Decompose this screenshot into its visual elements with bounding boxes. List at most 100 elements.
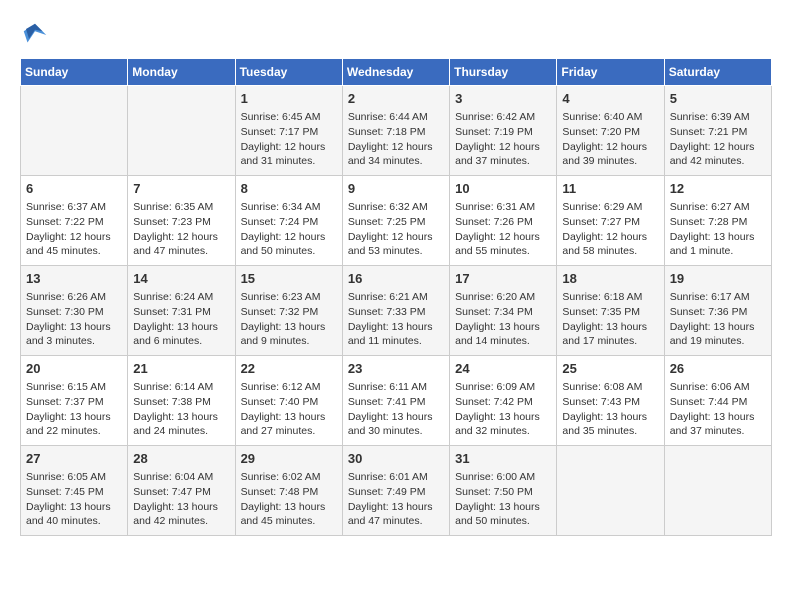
calendar-cell bbox=[128, 86, 235, 176]
calendar-cell: 21Sunrise: 6:14 AMSunset: 7:38 PMDayligh… bbox=[128, 356, 235, 446]
cell-content: Sunset: 7:50 PM bbox=[455, 485, 551, 500]
calendar-cell: 28Sunrise: 6:04 AMSunset: 7:47 PMDayligh… bbox=[128, 446, 235, 536]
cell-content: Sunrise: 6:31 AM bbox=[455, 200, 551, 215]
calendar-cell: 13Sunrise: 6:26 AMSunset: 7:30 PMDayligh… bbox=[21, 266, 128, 356]
cell-content: Sunset: 7:48 PM bbox=[241, 485, 337, 500]
logo-bird-icon bbox=[20, 20, 50, 50]
cell-content: Sunset: 7:31 PM bbox=[133, 305, 229, 320]
cell-content: Sunrise: 6:08 AM bbox=[562, 380, 658, 395]
cell-content: Sunrise: 6:27 AM bbox=[670, 200, 766, 215]
calendar-table: SundayMondayTuesdayWednesdayThursdayFrid… bbox=[20, 58, 772, 536]
cell-content: Daylight: 13 hours and 37 minutes. bbox=[670, 410, 766, 439]
calendar-cell: 23Sunrise: 6:11 AMSunset: 7:41 PMDayligh… bbox=[342, 356, 449, 446]
calendar-cell: 16Sunrise: 6:21 AMSunset: 7:33 PMDayligh… bbox=[342, 266, 449, 356]
calendar-cell: 14Sunrise: 6:24 AMSunset: 7:31 PMDayligh… bbox=[128, 266, 235, 356]
calendar-body: 1Sunrise: 6:45 AMSunset: 7:17 PMDaylight… bbox=[21, 86, 772, 536]
calendar-week-5: 27Sunrise: 6:05 AMSunset: 7:45 PMDayligh… bbox=[21, 446, 772, 536]
calendar-cell: 8 Sunrise: 6:34 AMSunset: 7:24 PMDaylight… bbox=[235, 176, 342, 266]
cell-content: Sunset: 7:43 PM bbox=[562, 395, 658, 410]
cell-content: Sunrise: 6:26 AM bbox=[26, 290, 122, 305]
day-number: 6 bbox=[26, 180, 122, 198]
day-number: 26 bbox=[670, 360, 766, 378]
calendar-cell: 11Sunrise: 6:29 AMSunset: 7:27 PMDayligh… bbox=[557, 176, 664, 266]
calendar-cell: 9Sunrise: 6:32 AMSunset: 7:25 PMDaylight… bbox=[342, 176, 449, 266]
calendar-cell: 30Sunrise: 6:01 AMSunset: 7:49 PMDayligh… bbox=[342, 446, 449, 536]
cell-content: Daylight: 12 hours and 31 minutes. bbox=[241, 140, 337, 169]
cell-content: Sunset: 7:34 PM bbox=[455, 305, 551, 320]
cell-content: Sunset: 7:27 PM bbox=[562, 215, 658, 230]
cell-content: Sunset: 7:28 PM bbox=[670, 215, 766, 230]
cell-content: Daylight: 13 hours and 14 minutes. bbox=[455, 320, 551, 349]
cell-content: Sunrise: 6:11 AM bbox=[348, 380, 444, 395]
cell-content: Daylight: 12 hours and 45 minutes. bbox=[26, 230, 122, 259]
cell-content: Sunrise: 6:00 AM bbox=[455, 470, 551, 485]
cell-content: Daylight: 12 hours and 34 minutes. bbox=[348, 140, 444, 169]
cell-content: Sunrise: 6:34 AM bbox=[241, 200, 337, 215]
cell-content: Sunset: 7:38 PM bbox=[133, 395, 229, 410]
cell-content: Sunset: 7:21 PM bbox=[670, 125, 766, 140]
header-row: SundayMondayTuesdayWednesdayThursdayFrid… bbox=[21, 59, 772, 86]
calendar-cell: 25Sunrise: 6:08 AMSunset: 7:43 PMDayligh… bbox=[557, 356, 664, 446]
cell-content: Daylight: 13 hours and 11 minutes. bbox=[348, 320, 444, 349]
cell-content: Sunrise: 6:29 AM bbox=[562, 200, 658, 215]
day-number: 28 bbox=[133, 450, 229, 468]
cell-content: Sunrise: 6:15 AM bbox=[26, 380, 122, 395]
cell-content: Sunrise: 6:17 AM bbox=[670, 290, 766, 305]
day-number: 8 bbox=[241, 180, 337, 198]
day-number: 29 bbox=[241, 450, 337, 468]
cell-content: Sunset: 7:49 PM bbox=[348, 485, 444, 500]
day-number: 25 bbox=[562, 360, 658, 378]
calendar-cell: 31 Sunrise: 6:00 AMSunset: 7:50 PMDayligh… bbox=[450, 446, 557, 536]
header-day-sunday: Sunday bbox=[21, 59, 128, 86]
day-number: 24 bbox=[455, 360, 551, 378]
day-number: 1 bbox=[241, 90, 337, 108]
header-day-saturday: Saturday bbox=[664, 59, 771, 86]
calendar-cell: 15Sunrise: 6:23 AMSunset: 7:32 PMDayligh… bbox=[235, 266, 342, 356]
day-number: 31 bbox=[455, 450, 551, 468]
cell-content: Sunrise: 6:01 AM bbox=[348, 470, 444, 485]
calendar-cell: 3Sunrise: 6:42 AMSunset: 7:19 PMDaylight… bbox=[450, 86, 557, 176]
cell-content: Sunset: 7:24 PM bbox=[241, 215, 337, 230]
calendar-cell: 22Sunrise: 6:12 AMSunset: 7:40 PMDayligh… bbox=[235, 356, 342, 446]
day-number: 21 bbox=[133, 360, 229, 378]
cell-content: Sunrise: 6:12 AM bbox=[241, 380, 337, 395]
calendar-cell: 6Sunrise: 6:37 AMSunset: 7:22 PMDaylight… bbox=[21, 176, 128, 266]
cell-content: Sunrise: 6:44 AM bbox=[348, 110, 444, 125]
cell-content: Daylight: 13 hours and 50 minutes. bbox=[455, 500, 551, 529]
cell-content: Sunset: 7:26 PM bbox=[455, 215, 551, 230]
calendar-cell: 7Sunrise: 6:35 AMSunset: 7:23 PMDaylight… bbox=[128, 176, 235, 266]
page-header bbox=[20, 20, 772, 50]
day-number: 15 bbox=[241, 270, 337, 288]
cell-content: Sunrise: 6:21 AM bbox=[348, 290, 444, 305]
cell-content: Daylight: 13 hours and 27 minutes. bbox=[241, 410, 337, 439]
day-number: 18 bbox=[562, 270, 658, 288]
calendar-cell: 18Sunrise: 6:18 AMSunset: 7:35 PMDayligh… bbox=[557, 266, 664, 356]
header-day-monday: Monday bbox=[128, 59, 235, 86]
day-number: 10 bbox=[455, 180, 551, 198]
day-number: 17 bbox=[455, 270, 551, 288]
cell-content: Daylight: 13 hours and 22 minutes. bbox=[26, 410, 122, 439]
cell-content: Daylight: 12 hours and 50 minutes. bbox=[241, 230, 337, 259]
calendar-cell: 29Sunrise: 6:02 AMSunset: 7:48 PMDayligh… bbox=[235, 446, 342, 536]
calendar-cell: 12Sunrise: 6:27 AMSunset: 7:28 PMDayligh… bbox=[664, 176, 771, 266]
cell-content: Daylight: 13 hours and 17 minutes. bbox=[562, 320, 658, 349]
cell-content: Daylight: 13 hours and 42 minutes. bbox=[133, 500, 229, 529]
cell-content: Sunset: 7:25 PM bbox=[348, 215, 444, 230]
cell-content: Sunset: 7:30 PM bbox=[26, 305, 122, 320]
cell-content: Daylight: 12 hours and 42 minutes. bbox=[670, 140, 766, 169]
cell-content: Sunset: 7:17 PM bbox=[241, 125, 337, 140]
cell-content: Daylight: 13 hours and 19 minutes. bbox=[670, 320, 766, 349]
day-number: 27 bbox=[26, 450, 122, 468]
calendar-cell: 17Sunrise: 6:20 AMSunset: 7:34 PMDayligh… bbox=[450, 266, 557, 356]
cell-content: Sunset: 7:33 PM bbox=[348, 305, 444, 320]
header-day-tuesday: Tuesday bbox=[235, 59, 342, 86]
cell-content: Sunrise: 6:24 AM bbox=[133, 290, 229, 305]
calendar-cell bbox=[664, 446, 771, 536]
day-number: 4 bbox=[562, 90, 658, 108]
calendar-cell: 1Sunrise: 6:45 AMSunset: 7:17 PMDaylight… bbox=[235, 86, 342, 176]
logo bbox=[20, 20, 54, 50]
cell-content: Daylight: 12 hours and 39 minutes. bbox=[562, 140, 658, 169]
cell-content: Daylight: 12 hours and 53 minutes. bbox=[348, 230, 444, 259]
day-number: 3 bbox=[455, 90, 551, 108]
day-number: 22 bbox=[241, 360, 337, 378]
